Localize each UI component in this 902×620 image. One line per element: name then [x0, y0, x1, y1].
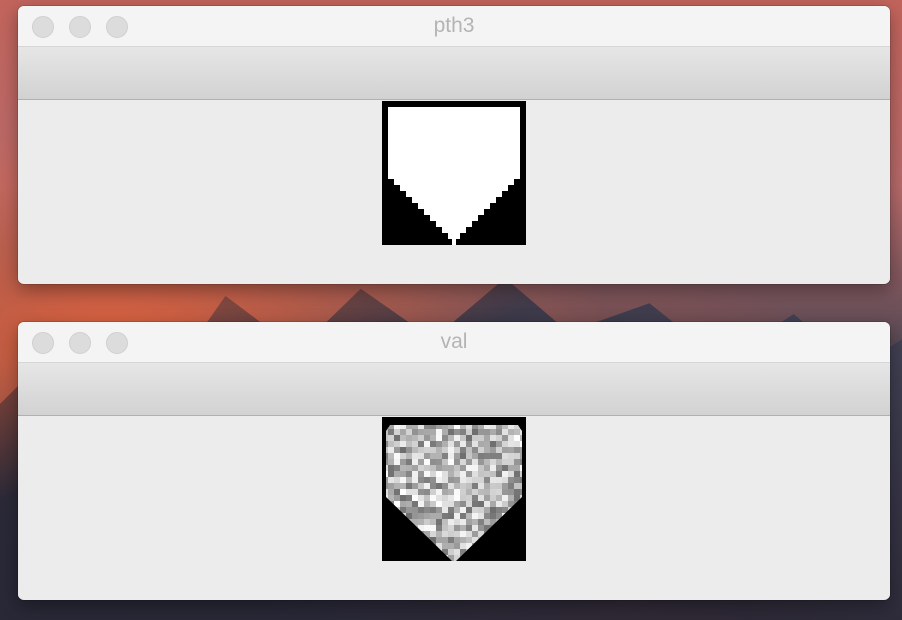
window-val[interactable]: val — [18, 322, 890, 600]
image-area — [18, 100, 890, 282]
window-title: pth3 — [433, 14, 475, 37]
title-bar[interactable]: pth3 — [18, 6, 890, 47]
pth3-mask-image — [382, 101, 526, 245]
val-noise-image — [382, 417, 526, 561]
toolbar — [18, 47, 890, 100]
window-title: val — [440, 330, 468, 353]
image-area — [18, 416, 890, 598]
title-bar[interactable]: val — [18, 322, 890, 363]
window-pth3[interactable]: pth3 — [18, 6, 890, 284]
toolbar — [18, 363, 890, 416]
